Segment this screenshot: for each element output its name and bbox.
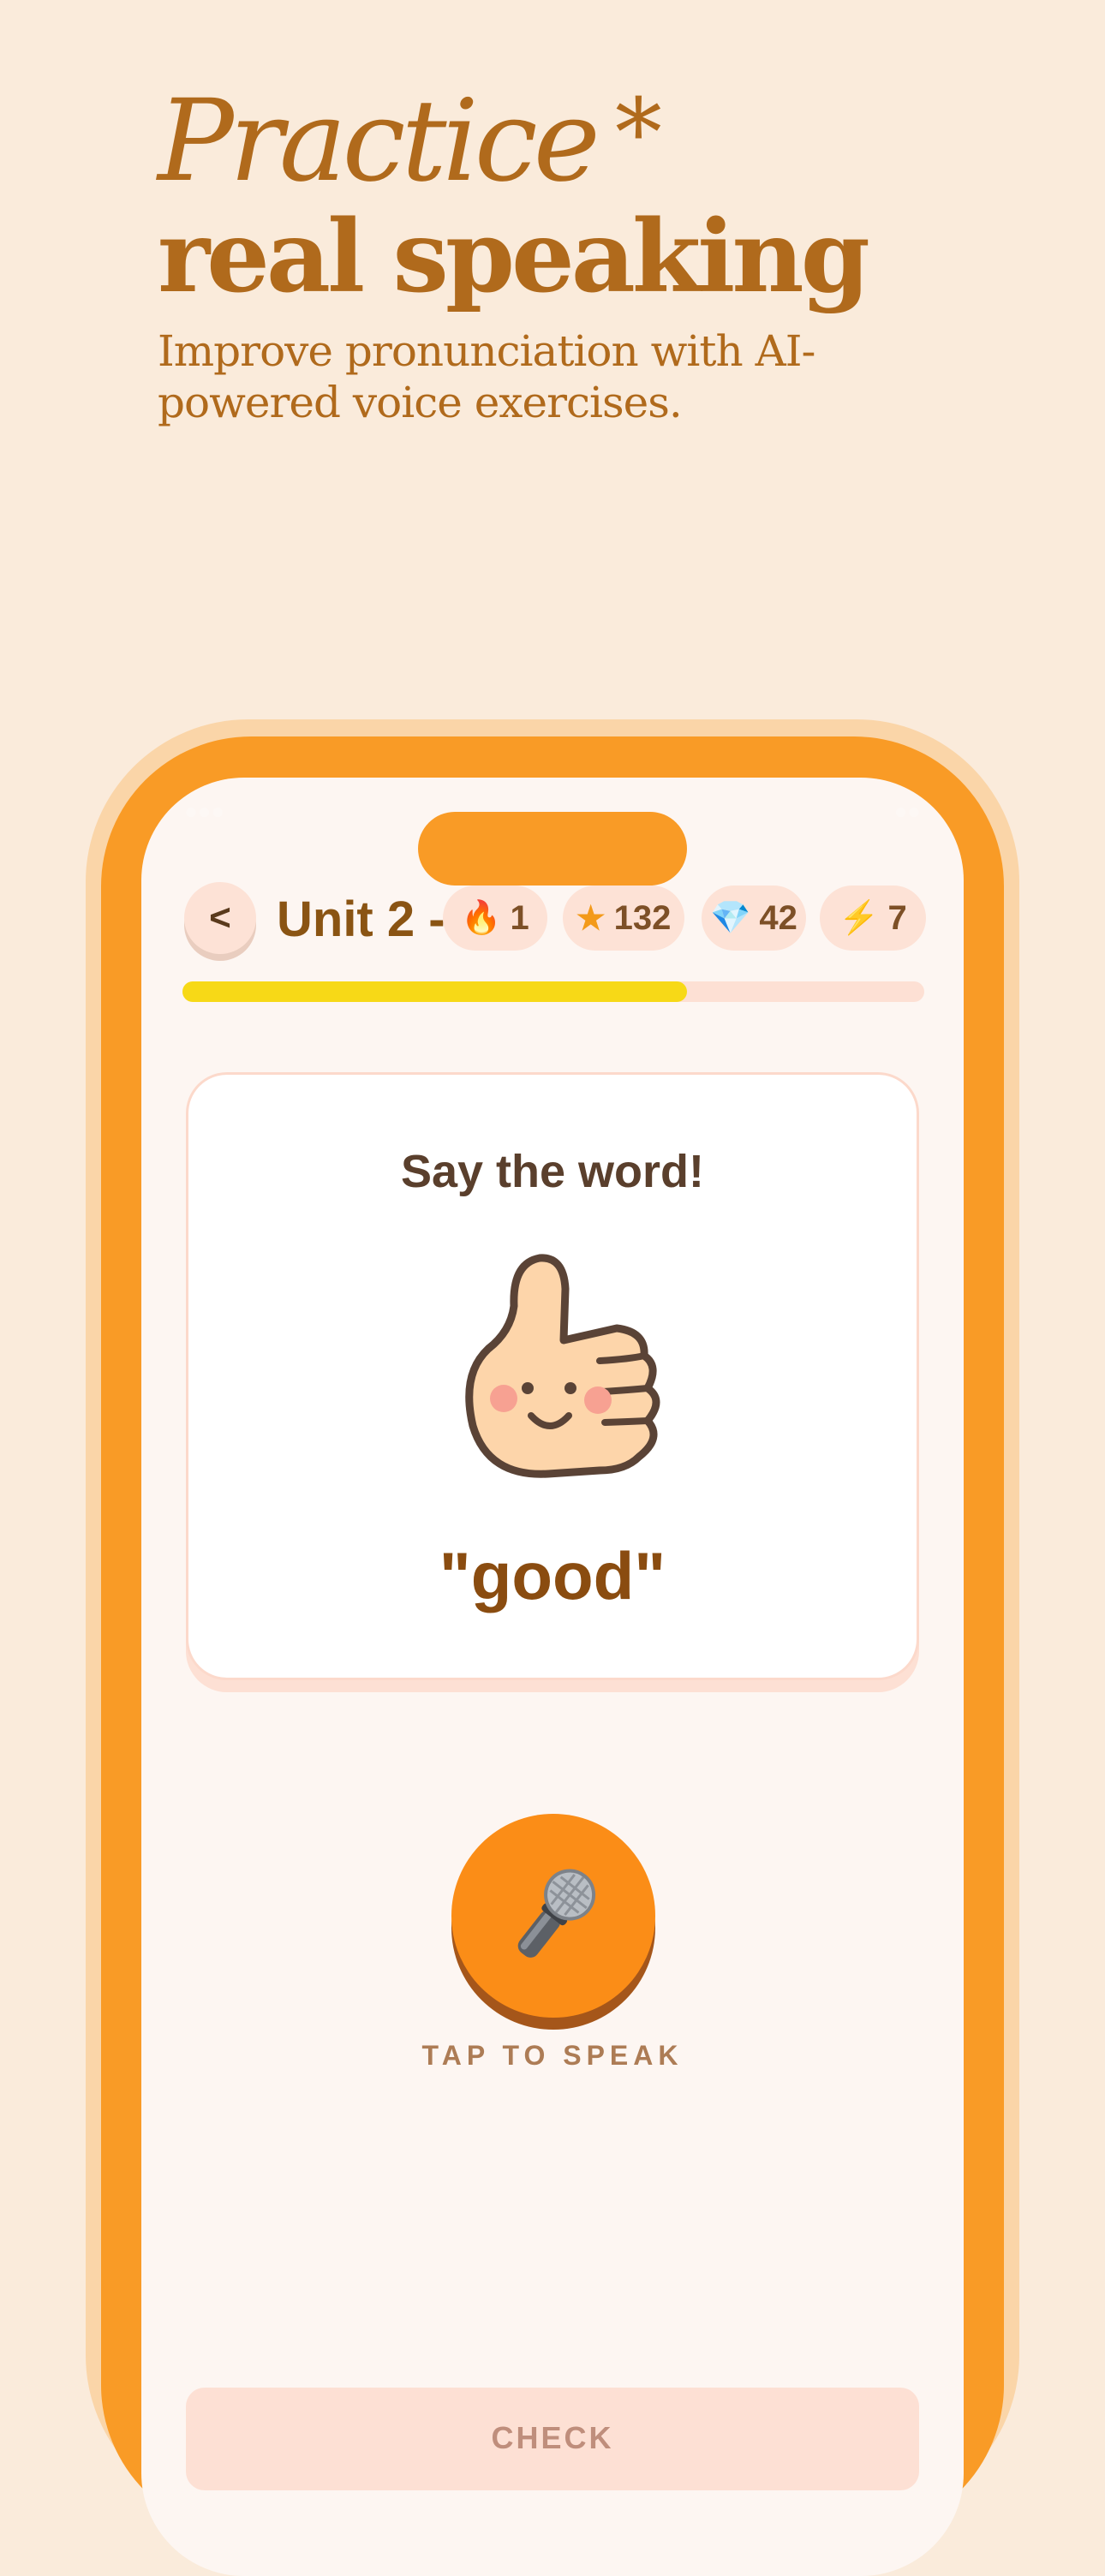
exercise-prompt: Say the word!: [400, 1146, 705, 1197]
gems-pill[interactable]: 💎 42: [702, 886, 806, 951]
hero-subtitle: Improve pronunciation with AI-powered vo…: [158, 326, 815, 427]
hero-section: Practice * real speaking Improve pronunc…: [158, 77, 870, 428]
hero-heading-practice: Practice: [158, 75, 600, 207]
gem-icon: 💎: [710, 900, 751, 936]
check-button[interactable]: CHECK: [186, 2388, 919, 2490]
flame-icon: 🔥: [461, 900, 502, 936]
energy-count: 7: [887, 898, 907, 937]
hero-heading-line1: Practice *: [158, 77, 867, 206]
target-word: "good": [439, 1538, 666, 1613]
streak-pill[interactable]: 🔥 1: [443, 886, 547, 951]
microphone-icon: [517, 1869, 596, 1958]
dynamic-island: [418, 812, 687, 886]
asterisk-mark: *: [614, 78, 662, 188]
star-icon: ★: [576, 900, 606, 937]
thumbs-up-icon: [465, 1254, 660, 1478]
hero-heading-line2: real speaking: [158, 199, 870, 315]
lesson-progress-fill: [182, 981, 687, 1002]
stars-pill[interactable]: ★ 132: [563, 886, 684, 951]
speak-button[interactable]: [451, 1814, 655, 2018]
stars-count: 132: [613, 898, 672, 937]
status-right: ●●: [893, 798, 921, 824]
back-button[interactable]: <: [184, 882, 256, 954]
tap-to-speak-label: TAP TO SPEAK: [421, 2040, 684, 2071]
status-left: ●●●: [184, 798, 225, 824]
lesson-progress-bar: [182, 981, 924, 1002]
lightning-icon: ⚡: [839, 900, 880, 936]
phone-screen: ●●● ●● < Unit 2 - 🔥 1 ★ 132 💎 42 ⚡ 7 Say…: [141, 778, 964, 2576]
unit-title: Unit 2 -: [277, 891, 445, 947]
exercise-card: Say the word! "good": [186, 1072, 919, 1680]
streak-count: 1: [510, 898, 529, 937]
energy-pill[interactable]: ⚡ 7: [820, 886, 926, 951]
gems-count: 42: [759, 898, 797, 937]
